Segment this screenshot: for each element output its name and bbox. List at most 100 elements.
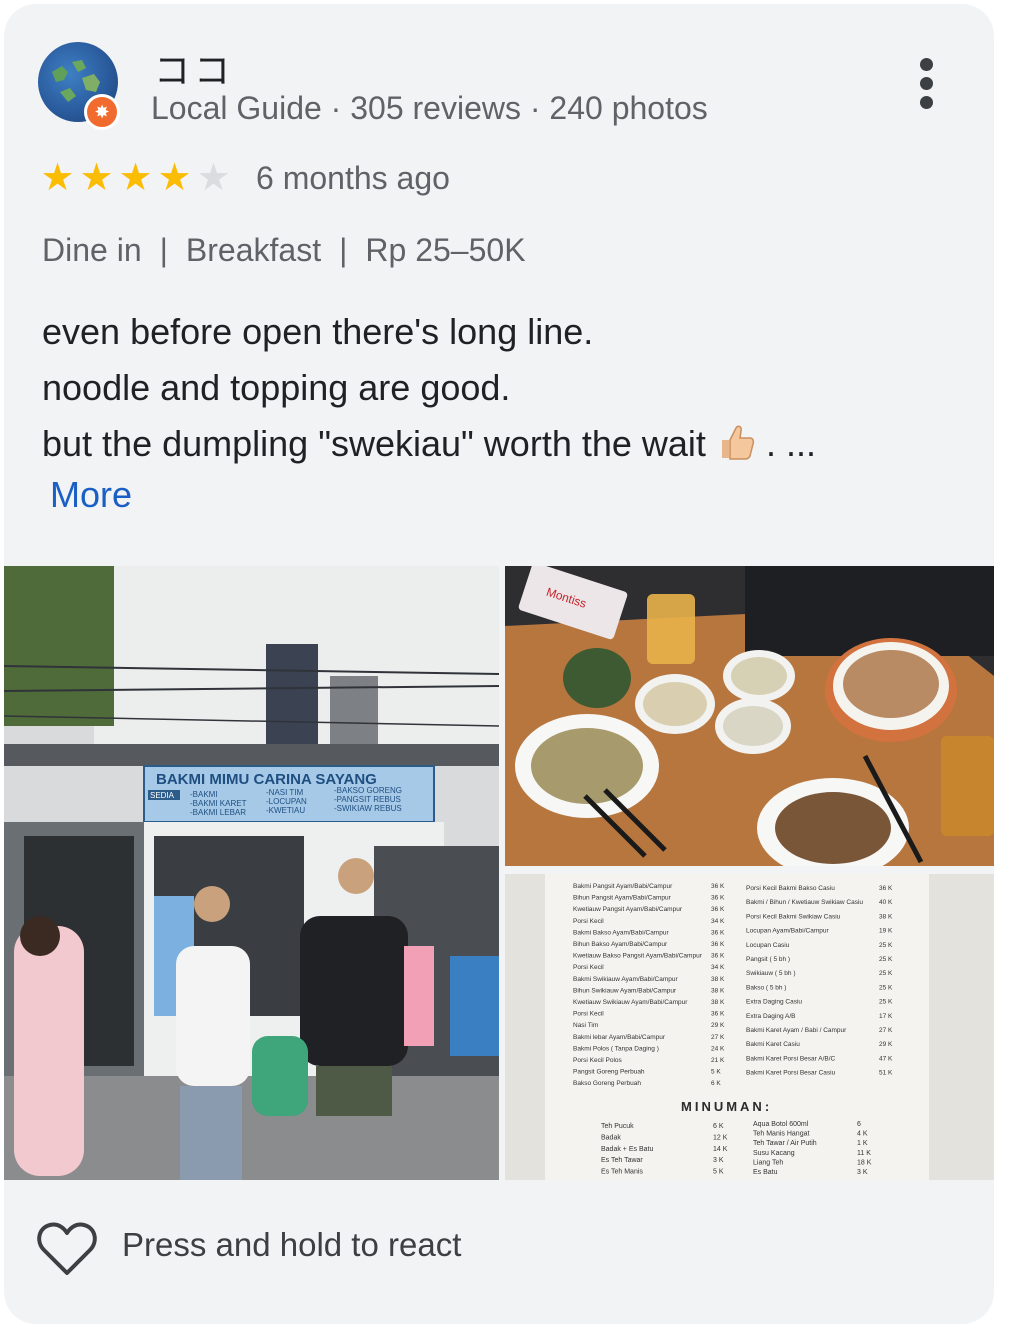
menu-item-name: Bakmi Polos ( Tanpa Daging ) xyxy=(573,1045,659,1052)
menu-item-name: Bakmi Bakso Ayam/Babi/Campur xyxy=(573,929,669,936)
heart-outline-icon[interactable] xyxy=(36,1220,98,1278)
menu-item-price: 25 K xyxy=(879,970,893,977)
menu-item-price: 27 K xyxy=(711,1034,725,1041)
menu-item-name: Porsi Kecil xyxy=(573,1011,604,1018)
menu-item-name: Bihun Bakso Ayam/Babi/Campur xyxy=(573,941,668,948)
star-rating: ★ ★ ★ ★ ★ xyxy=(38,158,233,198)
menu-item-price: 4 K xyxy=(857,1131,868,1138)
menu-item-price: 36 K xyxy=(711,929,725,936)
menu-item-price: 18 K xyxy=(857,1159,872,1166)
menu-item-price: 25 K xyxy=(879,984,893,991)
menu-item-name: Bakso ( 5 bh ) xyxy=(746,984,786,991)
menu-item-price: 1 K xyxy=(857,1140,868,1147)
menu-item-name: Es Teh Tawar xyxy=(601,1157,643,1164)
more-options-icon[interactable] xyxy=(912,56,942,112)
menu-item-price: 17 K xyxy=(879,1013,893,1020)
local-guide-badge-icon: ✸ xyxy=(84,94,120,130)
menu-item-name: Bakmi Karet Ayam / Babi / Campur xyxy=(746,1027,847,1034)
sign-item: -BAKMI xyxy=(190,790,218,799)
menu-item-name: Swikiauw ( 5 bh ) xyxy=(746,970,796,977)
menu-item-name: Porsi Kecil xyxy=(573,918,604,925)
star-empty-icon: ★ xyxy=(196,157,231,199)
menu-item-price: 3 K xyxy=(857,1169,868,1176)
menu-item-price: 6 xyxy=(857,1121,861,1128)
menu-item-price: 36 K xyxy=(711,906,725,913)
menu-item-price: 11 K xyxy=(857,1150,871,1157)
menu-item-price: 47 K xyxy=(879,1055,893,1062)
menu-item-price: 38 K xyxy=(879,913,893,920)
tag-price: Rp 25–50K xyxy=(365,232,526,268)
sign-item: -SWIKIAW REBUS xyxy=(334,804,402,813)
menu-item-name: Bihun Pangsit Ayam/Babi/Campur xyxy=(573,895,672,902)
menu-item-name: Bakmi Swikiauw Ayam/Babi/Campur xyxy=(573,976,678,983)
menu-item-price: 36 K xyxy=(879,885,893,892)
menu-item-name: Porsi Kecil xyxy=(573,964,604,971)
menu-item-price: 6 K xyxy=(713,1123,724,1130)
review-line: noodle and topping are good. xyxy=(42,367,511,408)
menu-item-price: 14 K xyxy=(713,1146,728,1153)
menu-item-name: Extra Daging A/B xyxy=(746,1013,796,1020)
menu-item-price: 6 K xyxy=(711,1080,721,1087)
menu-item-price: 34 K xyxy=(711,964,725,971)
photo-storefront[interactable]: BAKMI MIMU CARINA SAYANG SEDIA -BAKMI -B… xyxy=(4,566,499,1180)
menu-item-name: Nasi Tim xyxy=(573,1022,598,1029)
menu-item-name: Porsi Kecil Bakmi Bakso Casiu xyxy=(746,885,835,892)
menu-item-price: 27 K xyxy=(879,1027,893,1034)
menu-item-price: 51 K xyxy=(879,1070,893,1077)
menu-item-name: Locupan Ayam/Babi/Campur xyxy=(746,928,829,935)
tag-separator: | xyxy=(159,232,168,268)
author-name[interactable]: ココ xyxy=(154,42,234,94)
sign-item: -BAKSO GORENG xyxy=(334,786,402,795)
menu-item-price: 25 K xyxy=(879,956,893,963)
react-label[interactable]: Press and hold to react xyxy=(122,1226,461,1264)
menu-item-name: Susu Kacang xyxy=(753,1150,795,1157)
menu-item-name: Bakmi Karet Porsi Besar Casiu xyxy=(746,1070,836,1077)
menu-item-price: 5 K xyxy=(713,1169,724,1176)
sign-sedia: SEDIA xyxy=(150,791,175,800)
review-line: even before open there's long line. xyxy=(42,311,594,352)
star-filled-icon: ★ xyxy=(118,157,153,199)
menu-item-name: Bakmi lebar Ayam/Babi/Campur xyxy=(573,1034,666,1041)
photo-menu[interactable]: Bakmi Pangsit Ayam/Babi/Campur 36 K Bihun … xyxy=(505,874,994,1180)
menu-item-price: 21 K xyxy=(711,1057,725,1064)
menu-item-name: Badak xyxy=(601,1134,621,1141)
sign-item: -LOCUPAN xyxy=(266,797,307,806)
menu-item-name: Bihun Swikiauw Ayam/Babi/Campur xyxy=(573,987,677,994)
menu-item-price: 38 K xyxy=(711,987,725,994)
menu-item-price: 29 K xyxy=(711,1022,725,1029)
menu-item-name: Teh Tawar / Air Putih xyxy=(753,1140,817,1147)
menu-item-price: 3 K xyxy=(713,1157,724,1164)
sign-item: -PANGSIT REBUS xyxy=(334,795,401,804)
menu-item-price: 36 K xyxy=(711,895,725,902)
review-age: 6 months ago xyxy=(256,160,450,196)
menu-item-price: 40 K xyxy=(879,899,893,906)
menu-item-price: 34 K xyxy=(711,918,725,925)
menu-item-name: Aqua Botol 600ml xyxy=(753,1121,809,1128)
menu-item-price: 25 K xyxy=(879,942,893,949)
review-card: ✸ ココ Local Guide · 305 reviews · 240 pho… xyxy=(4,4,994,1324)
menu-item-price: 19 K xyxy=(879,928,893,935)
sign-item: -KWETIAU xyxy=(266,806,305,815)
more-link[interactable]: More xyxy=(50,474,132,516)
menu-item-price: 25 K xyxy=(879,999,893,1006)
menu-item-price: 36 K xyxy=(711,1011,725,1018)
menu-item-price: 12 K xyxy=(713,1134,728,1141)
review-tags: Dine in | Breakfast | Rp 25–50K xyxy=(42,232,526,269)
menu-item-name: Kwetiauw Pangsit Ayam/Babi/Campur xyxy=(573,906,683,913)
star-filled-icon: ★ xyxy=(40,157,75,199)
menu-item-name: Pangsit Goreng Perbuah xyxy=(573,1069,645,1076)
menu-item-name: Badak + Es Batu xyxy=(601,1146,653,1153)
menu-item-price: 29 K xyxy=(879,1041,893,1048)
menu-item-name: Kwetiauw Swikiauw Ayam/Babi/Campur xyxy=(573,999,688,1006)
sign-item: -NASI TIM xyxy=(266,788,304,797)
tag-meal: Breakfast xyxy=(185,232,322,268)
menu-item-name: Es Teh Manis xyxy=(601,1169,643,1176)
menu-item-name: Locupan Casiu xyxy=(746,942,790,949)
menu-item-name: Bakmi Karet Porsi Besar A/B/C xyxy=(746,1055,836,1062)
menu-item-name: Pangsit ( 5 bh ) xyxy=(746,956,790,963)
menu-item-price: 38 K xyxy=(711,976,725,983)
review-text: even before open there's long line. nood… xyxy=(42,304,942,472)
menu-item-name: Bakmi Karet Casiu xyxy=(746,1041,800,1048)
photo-food[interactable]: Montiss xyxy=(505,566,994,866)
tag-dine-in: Dine in xyxy=(42,232,142,268)
